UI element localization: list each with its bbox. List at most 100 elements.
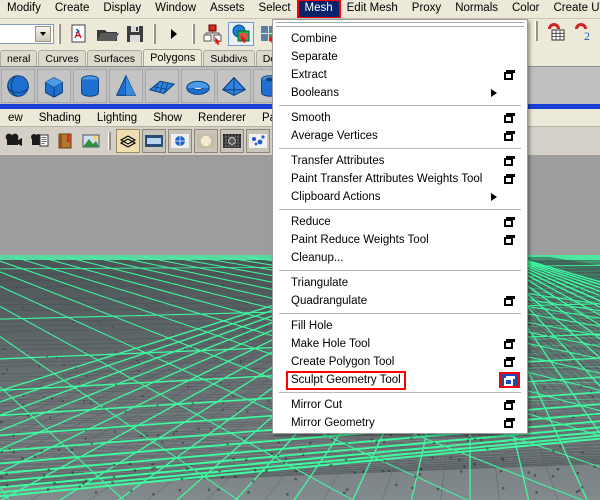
shelf-tab-subdivs[interactable]: Subdivs <box>203 50 254 66</box>
menu-item-sculpt-geometry-tool[interactable]: Sculpt Geometry Tool <box>273 371 527 389</box>
option-box-icon[interactable] <box>504 400 515 410</box>
poly-cube-shelf-icon[interactable] <box>37 69 71 103</box>
menu-item-reduce[interactable]: Reduce <box>273 213 527 231</box>
menu-label: Create <box>55 2 90 14</box>
menu-item-make-hole-tool[interactable]: Make Hole Tool <box>273 335 527 353</box>
save-scene-icon[interactable] <box>122 22 148 46</box>
menu-item-label: Paint Transfer Attributes Weights Tool <box>291 172 482 186</box>
snap-to-curve-icon[interactable]: 2 <box>571 19 597 43</box>
menu-item-mirror-cut[interactable]: Mirror Cut <box>273 396 527 414</box>
menu-label: Normals <box>455 2 498 14</box>
panel-menu-renderer[interactable]: Renderer <box>190 110 254 126</box>
menu-select[interactable]: Select <box>252 0 298 18</box>
menu-item-label: Combine <box>291 32 337 46</box>
image-plane-icon[interactable] <box>79 129 103 153</box>
menu-item-fill-hole[interactable]: Fill Hole <box>273 317 527 335</box>
menu-label: Select <box>259 2 291 14</box>
panel-menu-ew[interactable]: ew <box>0 110 31 126</box>
menu-edit-mesh[interactable]: Edit Mesh <box>340 0 405 18</box>
option-box-icon[interactable] <box>504 339 515 349</box>
svg-text:2: 2 <box>584 29 590 42</box>
poly-torus-shelf-icon[interactable] <box>181 69 215 103</box>
panel-menu-shading[interactable]: Shading <box>31 110 89 126</box>
snap-to-point-icon[interactable] <box>543 19 569 43</box>
smooth-shade-icon[interactable] <box>142 129 166 153</box>
toolbar-separator-2 <box>153 24 156 44</box>
menu-color[interactable]: Color <box>505 0 546 18</box>
menu-mesh[interactable]: Mesh <box>298 0 340 18</box>
menu-normals[interactable]: Normals <box>448 0 505 18</box>
new-scene-icon[interactable] <box>66 22 92 46</box>
menu-label: Assets <box>210 2 245 14</box>
panel-menu-lighting[interactable]: Lighting <box>89 110 145 126</box>
option-box-icon[interactable] <box>504 217 515 227</box>
menu-item-paint-reduce-weights-tool[interactable]: Paint Reduce Weights Tool <box>273 231 527 249</box>
menu-item-label: Create Polygon Tool <box>291 355 394 369</box>
menu-item-create-polygon-tool[interactable]: Create Polygon Tool <box>273 353 527 371</box>
option-box-icon[interactable] <box>504 357 515 367</box>
menu-item-transfer-attributes[interactable]: Transfer Attributes <box>273 152 527 170</box>
menu-item-quadrangulate[interactable]: Quadrangulate <box>273 292 527 310</box>
menu-item-paint-transfer-attributes-weights-tool[interactable]: Paint Transfer Attributes Weights Tool <box>273 170 527 188</box>
menu-assets[interactable]: Assets <box>203 0 252 18</box>
option-box-icon[interactable] <box>504 418 515 428</box>
menu-item-label: Transfer Attributes <box>291 154 385 168</box>
option-box-icon[interactable] <box>504 235 515 245</box>
undo-icon[interactable] <box>161 22 187 46</box>
option-box-icon[interactable] <box>504 156 515 166</box>
menu-display[interactable]: Display <box>96 0 148 18</box>
shelf-tab-curves[interactable]: Curves <box>38 50 85 66</box>
menu-item-cleanup[interactable]: Cleanup... <box>273 249 527 267</box>
menu-item-triangulate[interactable]: Triangulate <box>273 274 527 292</box>
option-box-icon[interactable] <box>504 131 515 141</box>
select-by-object-type-icon[interactable] <box>228 22 254 46</box>
menu-proxy[interactable]: Proxy <box>405 0 448 18</box>
panel-menu-show[interactable]: Show <box>145 110 190 126</box>
menu-item-label: Paint Reduce Weights Tool <box>291 233 429 247</box>
selection-mask-combo[interactable]: s <box>0 24 54 44</box>
bookmark-icon[interactable] <box>53 129 77 153</box>
menu-item-clipboard-actions[interactable]: Clipboard Actions <box>273 188 527 206</box>
chevron-down-icon[interactable] <box>35 26 51 42</box>
menu-separator <box>279 313 521 314</box>
menu-tearoff-handle[interactable] <box>276 22 524 27</box>
option-box-icon[interactable] <box>499 372 520 388</box>
menu-item-average-vertices[interactable]: Average Vertices <box>273 127 527 145</box>
menu-item-booleans[interactable]: Booleans <box>273 84 527 102</box>
mesh-dropdown-menu[interactable]: Combine Separate Extract Booleans Smooth Aver… <box>272 19 528 434</box>
menu-create-uvs[interactable]: Create UVs <box>546 0 600 18</box>
menu-item-smooth[interactable]: Smooth <box>273 109 527 127</box>
option-box-icon[interactable] <box>504 296 515 306</box>
shelf-tab-neral[interactable]: neral <box>0 50 37 66</box>
option-box-icon[interactable] <box>504 174 515 184</box>
menu-item-extract[interactable]: Extract <box>273 66 527 84</box>
poly-cylinder-shelf-icon[interactable] <box>73 69 107 103</box>
menu-item-label: Triangulate <box>291 276 348 290</box>
menu-item-combine[interactable]: Combine <box>273 30 527 48</box>
option-box-icon[interactable] <box>504 70 515 80</box>
shelf-tab-surfaces[interactable]: Surfaces <box>87 50 142 66</box>
select-by-hierarchy-icon[interactable] <box>200 22 226 46</box>
poly-prism-shelf-icon[interactable] <box>217 69 251 103</box>
menu-item-separate[interactable]: Separate <box>273 48 527 66</box>
menu-item-label: Mirror Cut <box>291 398 342 412</box>
menu-separator <box>279 392 521 393</box>
poly-plane-shelf-icon[interactable] <box>145 69 179 103</box>
menu-window[interactable]: Window <box>148 0 203 18</box>
menu-item-mirror-geometry[interactable]: Mirror Geometry <box>273 414 527 432</box>
camera-attributes-icon[interactable] <box>27 129 51 153</box>
poly-cone-shelf-icon[interactable] <box>109 69 143 103</box>
menu-modify[interactable]: Modify <box>0 0 48 18</box>
menu-item-label: Quadrangulate <box>291 294 367 308</box>
open-scene-icon[interactable] <box>94 22 120 46</box>
hardware-texturing-icon[interactable] <box>168 129 192 153</box>
xray-icon[interactable] <box>246 129 270 153</box>
poly-sphere-shelf-icon[interactable] <box>1 69 35 103</box>
camera-icon[interactable] <box>1 129 25 153</box>
menu-create[interactable]: Create <box>48 0 97 18</box>
option-box-icon[interactable] <box>504 113 515 123</box>
wireframe-shading-icon[interactable] <box>116 129 140 153</box>
shelf-tab-polygons[interactable]: Polygons <box>143 49 202 66</box>
shadows-icon[interactable] <box>220 129 244 153</box>
use-default-light-icon[interactable] <box>194 129 218 153</box>
